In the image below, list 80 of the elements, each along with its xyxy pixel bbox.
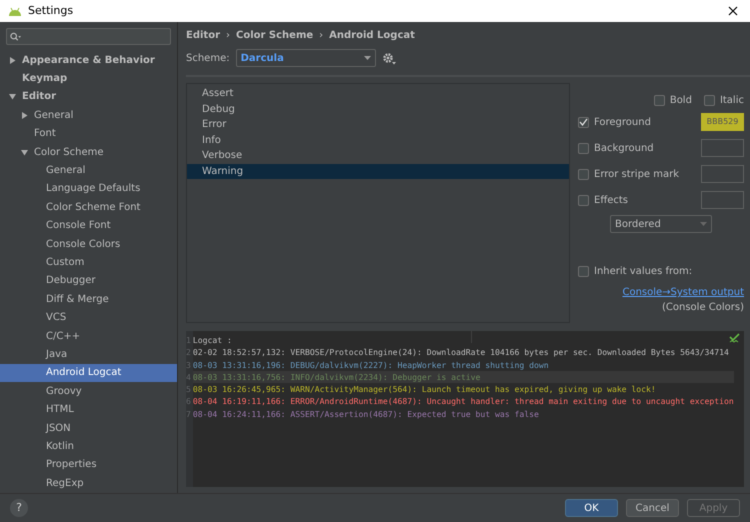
checkmark-icon <box>729 333 740 343</box>
list-item[interactable]: Verbose <box>187 148 569 164</box>
dialog-button[interactable]: OK <box>565 499 618 517</box>
tree-item[interactable]: Language Defaults <box>0 180 177 198</box>
effect-dropdown[interactable]: Bordered <box>610 215 712 233</box>
expand-arrow-icon[interactable] <box>8 56 16 64</box>
tree-item[interactable]: Android Logcat <box>0 364 177 382</box>
caret-icon <box>700 222 707 226</box>
tree-item[interactable]: Color Scheme Font <box>0 198 177 217</box>
tree-item[interactable]: Diff & Merge <box>0 290 177 308</box>
scheme-dropdown[interactable]: Darcula <box>236 49 376 67</box>
checkbox-label: Inherit values from: <box>594 265 692 279</box>
breadcrumb-item[interactable]: Android Logcat <box>329 28 415 42</box>
caret-icon <box>364 56 371 60</box>
color-swatch[interactable] <box>701 139 744 157</box>
tree-item[interactable]: JSON <box>0 418 177 438</box>
log-line: 08-04 16:19:11,166: ERROR/AndroidRuntime(4687): Uncaught handler: thread main exiting due to uncaught exception <box>192 395 734 408</box>
android-icon <box>8 6 22 16</box>
collapse-arrow-icon[interactable] <box>20 148 28 156</box>
tree-item[interactable]: Console Font <box>0 216 177 235</box>
checkbox-label: Italic <box>720 94 744 108</box>
tree-item[interactable]: Keymap <box>0 69 177 88</box>
tree-item[interactable]: Custom <box>0 253 177 272</box>
breadcrumb-separator: › <box>226 28 230 42</box>
tree-item[interactable]: Font <box>0 124 177 143</box>
list-item[interactable]: Debug <box>187 102 569 117</box>
log-line: 08-03 16:26:45,965: WARN/ActivityManager(564): Launch timeout has expired, giving up wake lock! <box>192 383 657 396</box>
tree-item[interactable]: Debugger <box>0 272 177 290</box>
log-line: 08-04 16:24:11,166: ASSERT/Assertion(4687): Expected true but was false <box>192 408 540 420</box>
tree-item[interactable]: General <box>0 106 177 125</box>
help-button[interactable]: ? <box>10 499 28 517</box>
breadcrumb-item[interactable]: Color Scheme <box>236 28 314 42</box>
inherit-link[interactable]: Console→System output <box>622 287 744 298</box>
window-title: Settings <box>28 2 74 19</box>
color-swatch[interactable] <box>701 191 744 209</box>
list-item[interactable]: Error <box>187 117 569 132</box>
checkbox-label: Error stripe mark <box>594 168 680 182</box>
checkbox-label: Bold <box>670 94 692 108</box>
tree-item[interactable]: Appearance & Behavior <box>0 51 177 70</box>
tree-item[interactable]: RegExp <box>0 474 177 492</box>
checkbox[interactable] <box>654 94 665 106</box>
inherit-note: (Console Colors) <box>662 302 744 313</box>
scheme-label: Scheme: <box>186 52 230 66</box>
tree-item[interactable]: Console Colors <box>0 234 177 254</box>
tree-item[interactable]: Editor <box>0 88 177 106</box>
checkbox-label: Background <box>594 142 654 156</box>
log-line: 02-02 18:52:57,132: VERBOSE/ProtocolEngine(24): DownloadRate 104166 bytes per sec. Downloaded Bytes 5643/34714 <box>192 346 730 359</box>
search-icon <box>10 32 22 42</box>
tree-item[interactable]: Kotlin <box>0 437 177 456</box>
tree-item[interactable]: VCS <box>0 308 177 327</box>
close-icon[interactable] <box>728 6 738 16</box>
checkbox[interactable] <box>578 142 589 154</box>
collapse-arrow-icon[interactable] <box>8 93 16 100</box>
checkbox[interactable] <box>578 168 589 180</box>
color-swatch[interactable] <box>701 165 744 183</box>
settings-icon[interactable] <box>382 52 396 64</box>
breadcrumb-item[interactable]: Editor <box>186 28 220 42</box>
checkbox[interactable] <box>704 94 715 106</box>
log-line: 08-03 13:31:16,196: DEBUG/dalvikvm(2227): HeapWorker thread shutting down <box>192 358 550 371</box>
search-field[interactable] <box>6 28 171 45</box>
list-item[interactable]: Assert <box>187 86 569 102</box>
log-line: Logcat : <box>192 334 233 346</box>
breadcrumb-separator: › <box>319 28 324 42</box>
list-item[interactable]: Warning <box>187 164 569 179</box>
color-swatch[interactable]: BBB529 <box>701 113 744 131</box>
tree-item[interactable]: Color Scheme <box>0 142 177 162</box>
tree-item[interactable]: Java <box>0 345 177 364</box>
expand-arrow-icon[interactable] <box>20 112 28 119</box>
checkbox[interactable] <box>578 194 589 206</box>
list-item[interactable]: Info <box>187 132 569 148</box>
tree-item[interactable]: Properties <box>0 456 177 474</box>
checkbox-label: Effects <box>594 194 628 208</box>
tree-item[interactable]: C/C++ <box>0 326 177 346</box>
checkbox[interactable] <box>578 116 589 128</box>
tree-item[interactable]: HTML <box>0 400 177 419</box>
dialog-button[interactable]: Cancel <box>626 499 679 517</box>
checkbox[interactable] <box>578 266 589 277</box>
tree-item[interactable]: General <box>0 161 177 180</box>
checkbox-label: Foreground <box>594 116 651 130</box>
tree-item[interactable]: Groovy <box>0 382 177 400</box>
